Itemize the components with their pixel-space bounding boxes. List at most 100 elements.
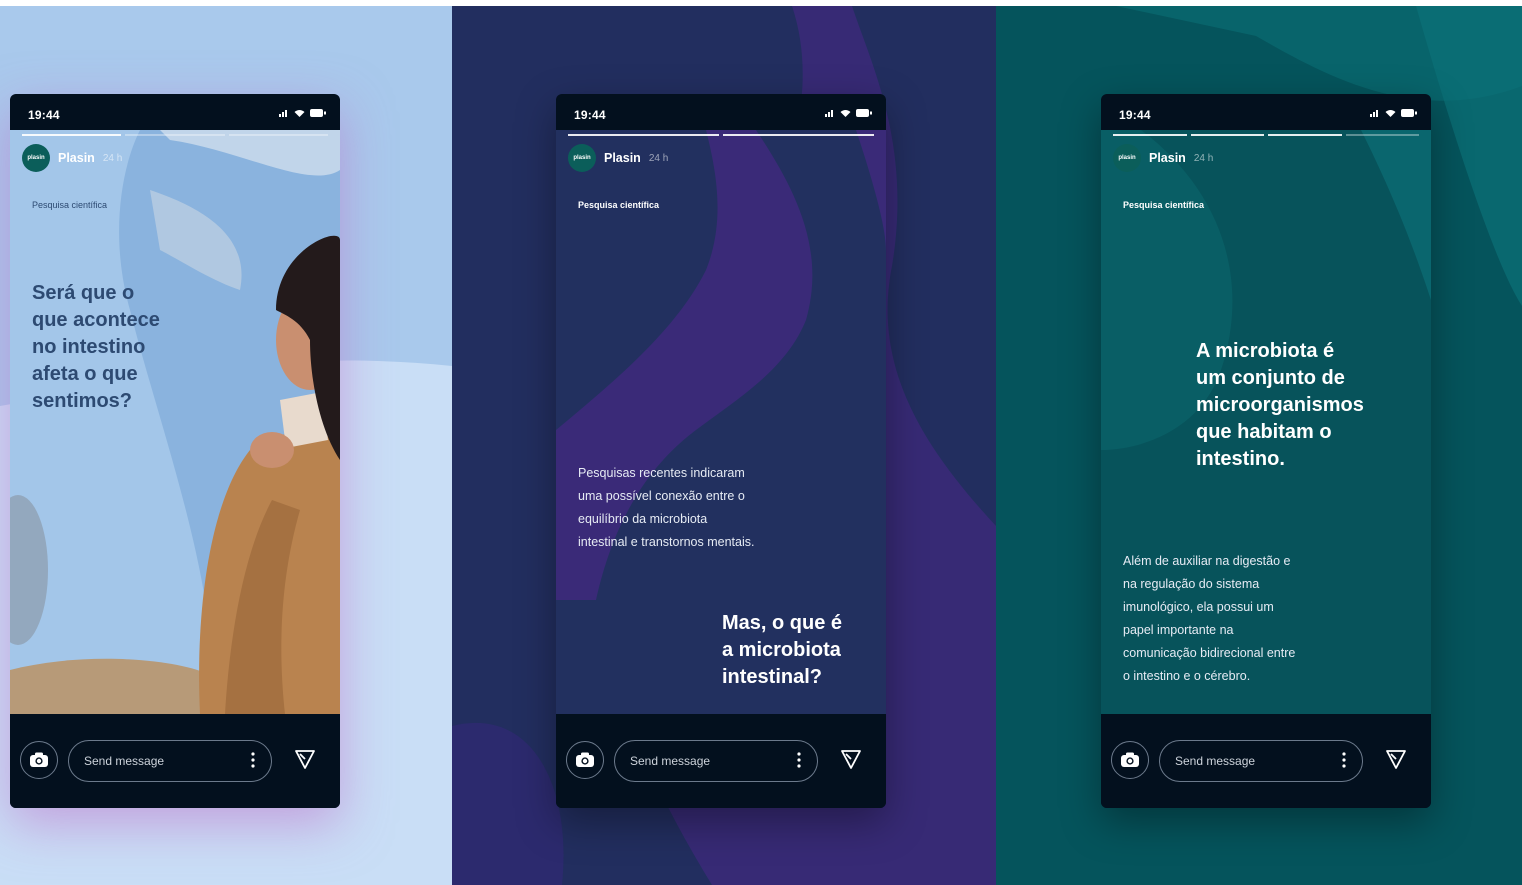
headline-line: que habitam o (1196, 421, 1332, 443)
status-bar: 19:44 (1101, 94, 1431, 130)
story-age: 24 h (102, 152, 123, 164)
send-message-placeholder: Send message (630, 754, 711, 768)
body-line: Além de auxiliar na digestão e (1123, 554, 1291, 568)
status-bar: 19:44 (556, 94, 886, 130)
signal-icon (279, 110, 287, 117)
send-icon[interactable] (840, 748, 862, 770)
reply-bar: Send message (10, 714, 340, 808)
story-progress (22, 134, 328, 136)
status-bar: 19:44 (10, 94, 340, 130)
story-tag: Pesquisa científica (578, 200, 660, 210)
headline-line: intestinal? (722, 666, 823, 688)
progress-segment (22, 134, 122, 136)
wifi-icon (840, 110, 851, 117)
progress-segment (228, 134, 328, 136)
signal-icon (825, 110, 833, 117)
battery-icon (1401, 109, 1417, 117)
headline-line: A microbiota é (1196, 340, 1335, 362)
send-icon[interactable] (294, 748, 316, 770)
photo-illustration (10, 130, 340, 714)
body-line: uma possível conexão entre o (578, 489, 745, 503)
headline-line: microorganismos (1196, 394, 1364, 416)
avatar[interactable]: plasin (1113, 144, 1141, 172)
status-icons (825, 109, 872, 117)
headline-line: sentimos? (32, 390, 133, 412)
story-headline: Será que o que acontece no intestino afe… (32, 280, 160, 415)
progress-segment (125, 134, 225, 136)
reply-bar: Send message (1101, 714, 1431, 808)
story-body: Além de auxiliar na digestão e na regula… (1123, 550, 1295, 688)
story-tag: Pesquisa científica (1123, 200, 1205, 210)
body-line: intestinal e transtornos mentais. (578, 535, 755, 549)
story-header[interactable]: plasin Plasin 24 h (1113, 144, 1213, 172)
wifi-icon (1385, 110, 1396, 117)
username[interactable]: Plasin (58, 151, 95, 165)
send-message-placeholder: Send message (1175, 754, 1256, 768)
story-headline: Mas, o que é a microbiota intestinal? (722, 610, 842, 691)
more-vertical-icon[interactable] (251, 752, 255, 768)
battery-icon (310, 109, 326, 117)
send-message-input[interactable]: Send message (1159, 740, 1363, 782)
story-header[interactable]: plasin Plasin 24 h (22, 144, 122, 172)
body-line: o intestino e o cérebro. (1123, 669, 1251, 683)
body-line: comunicação bidirecional entre (1123, 646, 1296, 660)
headline-line: Será que o (32, 282, 135, 304)
more-vertical-icon[interactable] (1342, 752, 1346, 768)
send-message-input[interactable]: Send message (68, 740, 272, 782)
send-message-placeholder: Send message (84, 754, 165, 768)
body-line: Pesquisas recentes indicaram (578, 466, 745, 480)
signal-icon (1370, 110, 1378, 117)
reply-bar: Send message (556, 714, 886, 808)
progress-segment (1345, 134, 1419, 136)
body-line: na regulação do sistema (1123, 577, 1260, 591)
progress-segment (1268, 134, 1342, 136)
story-content[interactable]: plasin Plasin 24 h Pesquisa científica S… (10, 130, 340, 714)
progress-segment (1113, 134, 1187, 136)
headline-line: um conjunto de (1196, 367, 1345, 389)
battery-icon (856, 109, 872, 117)
avatar[interactable]: plasin (568, 144, 596, 172)
body-line: imunológico, ela possui um (1123, 600, 1274, 614)
status-time: 19:44 (28, 108, 60, 122)
story-progress (1113, 134, 1419, 136)
story-header[interactable]: plasin Plasin 24 h (568, 144, 668, 172)
username[interactable]: Plasin (1149, 151, 1186, 165)
headline-line: no intestino (32, 336, 146, 358)
status-time: 19:44 (574, 108, 606, 122)
story-phone-3: 19:44 plasin Plasin 24 h Pesquisa cientí… (1101, 94, 1431, 808)
headline-line: que acontece (32, 309, 160, 331)
camera-icon (576, 752, 594, 767)
send-message-input[interactable]: Send message (614, 740, 818, 782)
body-line: equilíbrio da microbiota (578, 512, 708, 526)
story-age: 24 h (1193, 152, 1214, 164)
story-headline: A microbiota é um conjunto de microorgan… (1196, 338, 1364, 473)
headline-line: Mas, o que é (722, 612, 843, 634)
headline-line: afeta o que (32, 363, 138, 385)
status-icons (279, 109, 326, 117)
story-age: 24 h (648, 152, 669, 164)
story-content[interactable]: plasin Plasin 24 h Pesquisa científica P… (556, 130, 886, 714)
story-phone-2: 19:44 plasin Plasin 24 h Pesquisa cientí… (556, 94, 886, 808)
story-content[interactable]: plasin Plasin 24 h Pesquisa científica A… (1101, 130, 1431, 714)
camera-icon (1121, 752, 1139, 767)
progress-segment (723, 134, 874, 136)
story-tag: Pesquisa científica (32, 200, 108, 210)
progress-segment (568, 134, 719, 136)
send-icon[interactable] (1385, 748, 1407, 770)
avatar[interactable]: plasin (22, 144, 50, 172)
status-icons (1370, 109, 1417, 117)
camera-button[interactable] (1111, 741, 1149, 779)
headline-line: intestino. (1196, 448, 1285, 470)
progress-segment (1190, 134, 1264, 136)
wifi-icon (294, 110, 305, 117)
story-progress (568, 134, 874, 136)
more-vertical-icon[interactable] (797, 752, 801, 768)
camera-button[interactable] (566, 741, 604, 779)
status-time: 19:44 (1119, 108, 1151, 122)
camera-button[interactable] (20, 741, 58, 779)
story-body: Pesquisas recentes indicaram uma possíve… (578, 462, 754, 554)
body-line: papel importante na (1123, 623, 1234, 637)
story-phone-1: 19:44 plasin Plasin 24 h Pesquisa cientí… (10, 94, 340, 808)
username[interactable]: Plasin (604, 151, 641, 165)
headline-line: a microbiota (722, 639, 841, 661)
